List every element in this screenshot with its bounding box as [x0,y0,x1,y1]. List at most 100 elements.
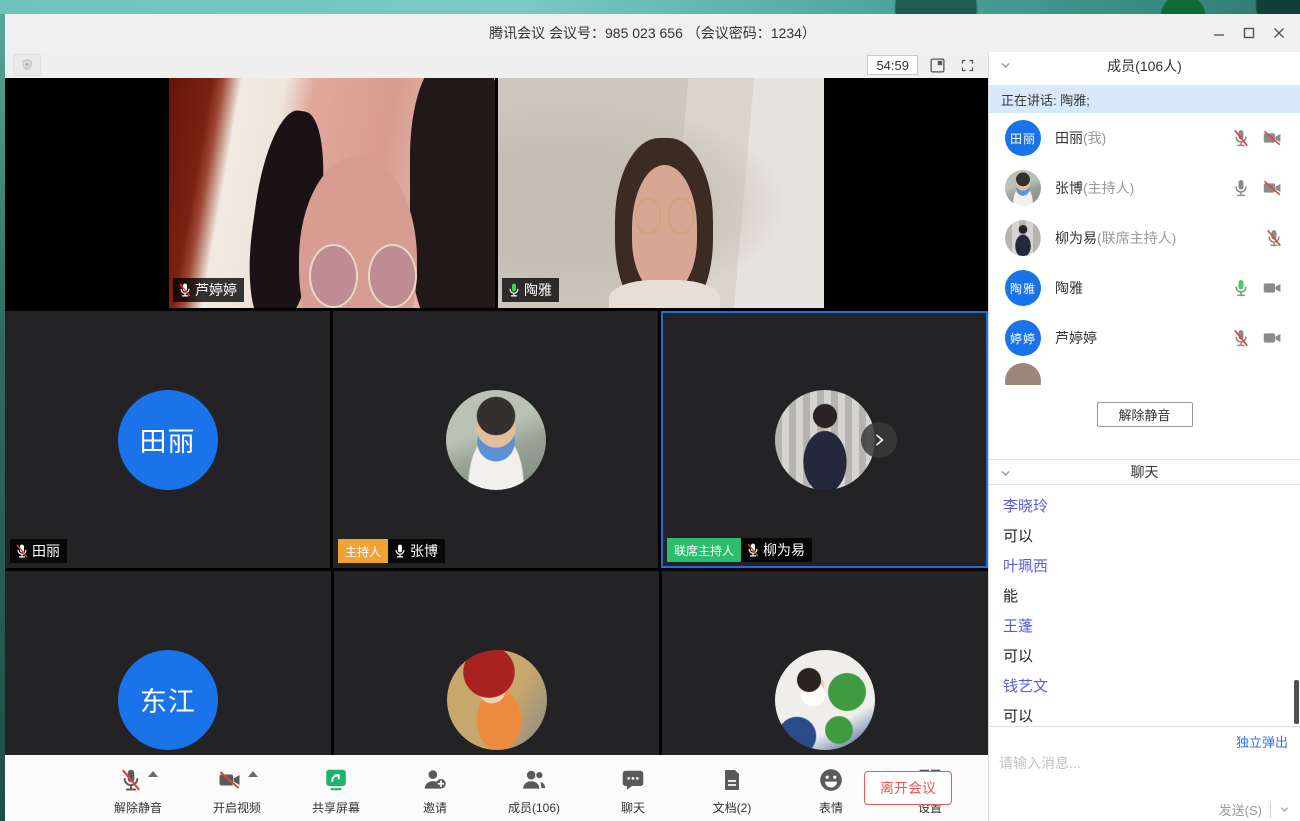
close-icon[interactable] [1264,18,1294,48]
send-options-chevron-icon[interactable] [1279,804,1290,815]
meeting-main-region: 54:59 [5,52,988,821]
video-tile-cartoon-girl[interactable] [334,571,660,755]
member-row-liuweiyi[interactable]: 柳为易(联席主持人) [989,213,1300,263]
chat-message: 可以 [1003,643,1286,671]
camera-on-icon [1261,328,1284,348]
video-decoration [309,244,358,308]
mic-muted-icon [1231,128,1251,148]
layout-switch-icon[interactable] [926,55,948,75]
smiley-icon [818,767,844,793]
send-row: 发送(S) [1219,800,1290,819]
invite-button[interactable]: 邀请 [404,763,466,816]
video-decoration [635,198,661,235]
mic-muted-icon [118,767,144,793]
participant-name: 陶雅 [524,280,552,300]
chat-sender: 李晓玲 [1003,493,1286,521]
camera-muted-icon [216,768,244,792]
member-name: 张博(主持人) [1055,178,1134,198]
chat-message-input[interactable] [999,753,1239,793]
unmute-button[interactable]: 解除静音 [107,763,169,816]
document-icon [720,767,744,793]
docs-button[interactable]: 文档(2) [701,763,763,816]
tile-name-label: 田丽 [10,539,67,563]
participant-name: 田丽 [32,541,60,561]
video-tile-taoya[interactable]: 陶雅 [498,78,824,308]
video-decoration [668,198,694,235]
video-row-1: 芦婷婷 陶雅 [5,78,988,308]
mic-muted-icon [14,543,30,559]
unmute-button-sidebar[interactable]: 解除静音 [1097,402,1193,427]
chat-message-list: 李晓玲 可以 叶珮西 能 王蓬 可以 钱艺文 可以 [989,485,1300,739]
video-tile-zhangbo[interactable]: 主持人 张博 [333,311,658,568]
members-panel-header: 成员(106人) [989,52,1300,80]
minimize-icon[interactable] [1204,18,1234,48]
avatar [447,650,547,750]
video-decoration [410,78,495,308]
security-shield-icon[interactable] [13,54,41,76]
meeting-topstrip: 54:59 [5,52,988,78]
video-tile-liuweiyi[interactable]: 联席主持人 柳为易 [661,311,988,568]
video-decoration [609,280,720,308]
window-title: 腾讯会议 会议号：985 023 656 （会议密码：1234） [5,14,1300,52]
chat-bubble-icon [620,767,646,793]
avatar: 婷婷 [1005,320,1041,356]
window-controls [1204,14,1294,52]
collapse-members-chevron-icon[interactable] [999,59,1012,75]
member-list: 田丽 田丽(我) 张博(主持人) [989,113,1300,385]
members-icon [521,767,548,793]
mic-muted-icon [1231,328,1251,348]
mic-options-caret-icon[interactable] [148,771,158,777]
toolbar-items: 解除静音 开启视频 共享屏幕 [107,763,961,816]
topstrip-right: 54:59 [867,55,978,75]
send-button[interactable]: 发送(S) [1219,800,1262,819]
members-button[interactable]: 成员(106) [503,763,565,816]
tile-name-label: 芦婷婷 [173,278,244,302]
member-row-zhangbo[interactable]: 张博(主持人) [989,163,1300,213]
titlebar: 腾讯会议 会议号：985 023 656 （会议密码：1234） [5,14,1300,52]
fullscreen-icon[interactable] [956,55,978,75]
share-screen-button[interactable]: 共享屏幕 [305,763,367,816]
next-page-arrow-icon[interactable] [861,422,897,458]
mic-muted-icon [745,542,761,558]
chat-scrollbar-thumb[interactable] [1294,680,1299,724]
chat-input-area: 独立弹出 发送(S) [989,726,1300,821]
avatar: 田丽 [1005,120,1041,156]
chat-button[interactable]: 聊天 [602,763,664,816]
chat-message: 能 [1003,583,1286,611]
tile-name-label: 主持人 张博 [338,539,445,563]
mic-muted-icon [177,282,193,298]
video-row-3: 东江 [5,571,988,755]
video-tile-dongjiang[interactable]: 东江 [5,571,331,755]
mic-on-icon [1231,178,1251,198]
chat-sender: 钱艺文 [1003,673,1286,701]
chat-sender: 叶珮西 [1003,553,1286,581]
camera-off-icon [1261,128,1284,148]
video-options-caret-icon[interactable] [248,771,258,777]
member-name: 芦婷婷 [1055,328,1097,348]
maximize-icon[interactable] [1234,18,1264,48]
video-decoration [368,244,417,308]
popout-chat-link[interactable]: 独立弹出 [1236,732,1288,751]
tencent-meeting-window: 腾讯会议 会议号：985 023 656 （会议密码：1234） [5,14,1300,821]
meeting-toolbar: 解除静音 开启视频 共享屏幕 [5,755,988,821]
member-row-tianli[interactable]: 田丽 田丽(我) [989,113,1300,163]
divider [1270,802,1271,818]
member-row-taoya[interactable]: 陶雅 陶雅 [989,263,1300,313]
chat-title: 聊天 [1131,462,1159,482]
video-grid: 芦婷婷 陶雅 [5,78,988,755]
video-tile-shinchan[interactable] [662,571,988,755]
emoji-button[interactable]: 表情 [800,763,862,816]
video-tile-tianli[interactable]: 田丽 田丽 [5,311,330,568]
video-tile-luttingting[interactable]: 芦婷婷 [169,78,495,308]
avatar [775,390,875,490]
collapse-chat-chevron-icon[interactable] [999,467,1012,483]
unmute-button-row: 解除静音 [989,385,1300,443]
start-video-button[interactable]: 开启视频 [206,763,268,816]
leave-meeting-button[interactable]: 离开会议 [864,771,952,805]
camera-off-icon [1261,178,1284,198]
avatar: 东江 [118,650,218,750]
meeting-timer: 54:59 [867,55,918,75]
mic-on-icon [392,543,408,559]
invite-person-icon [422,767,448,793]
member-row-luttingting[interactable]: 婷婷 芦婷婷 [989,313,1300,363]
